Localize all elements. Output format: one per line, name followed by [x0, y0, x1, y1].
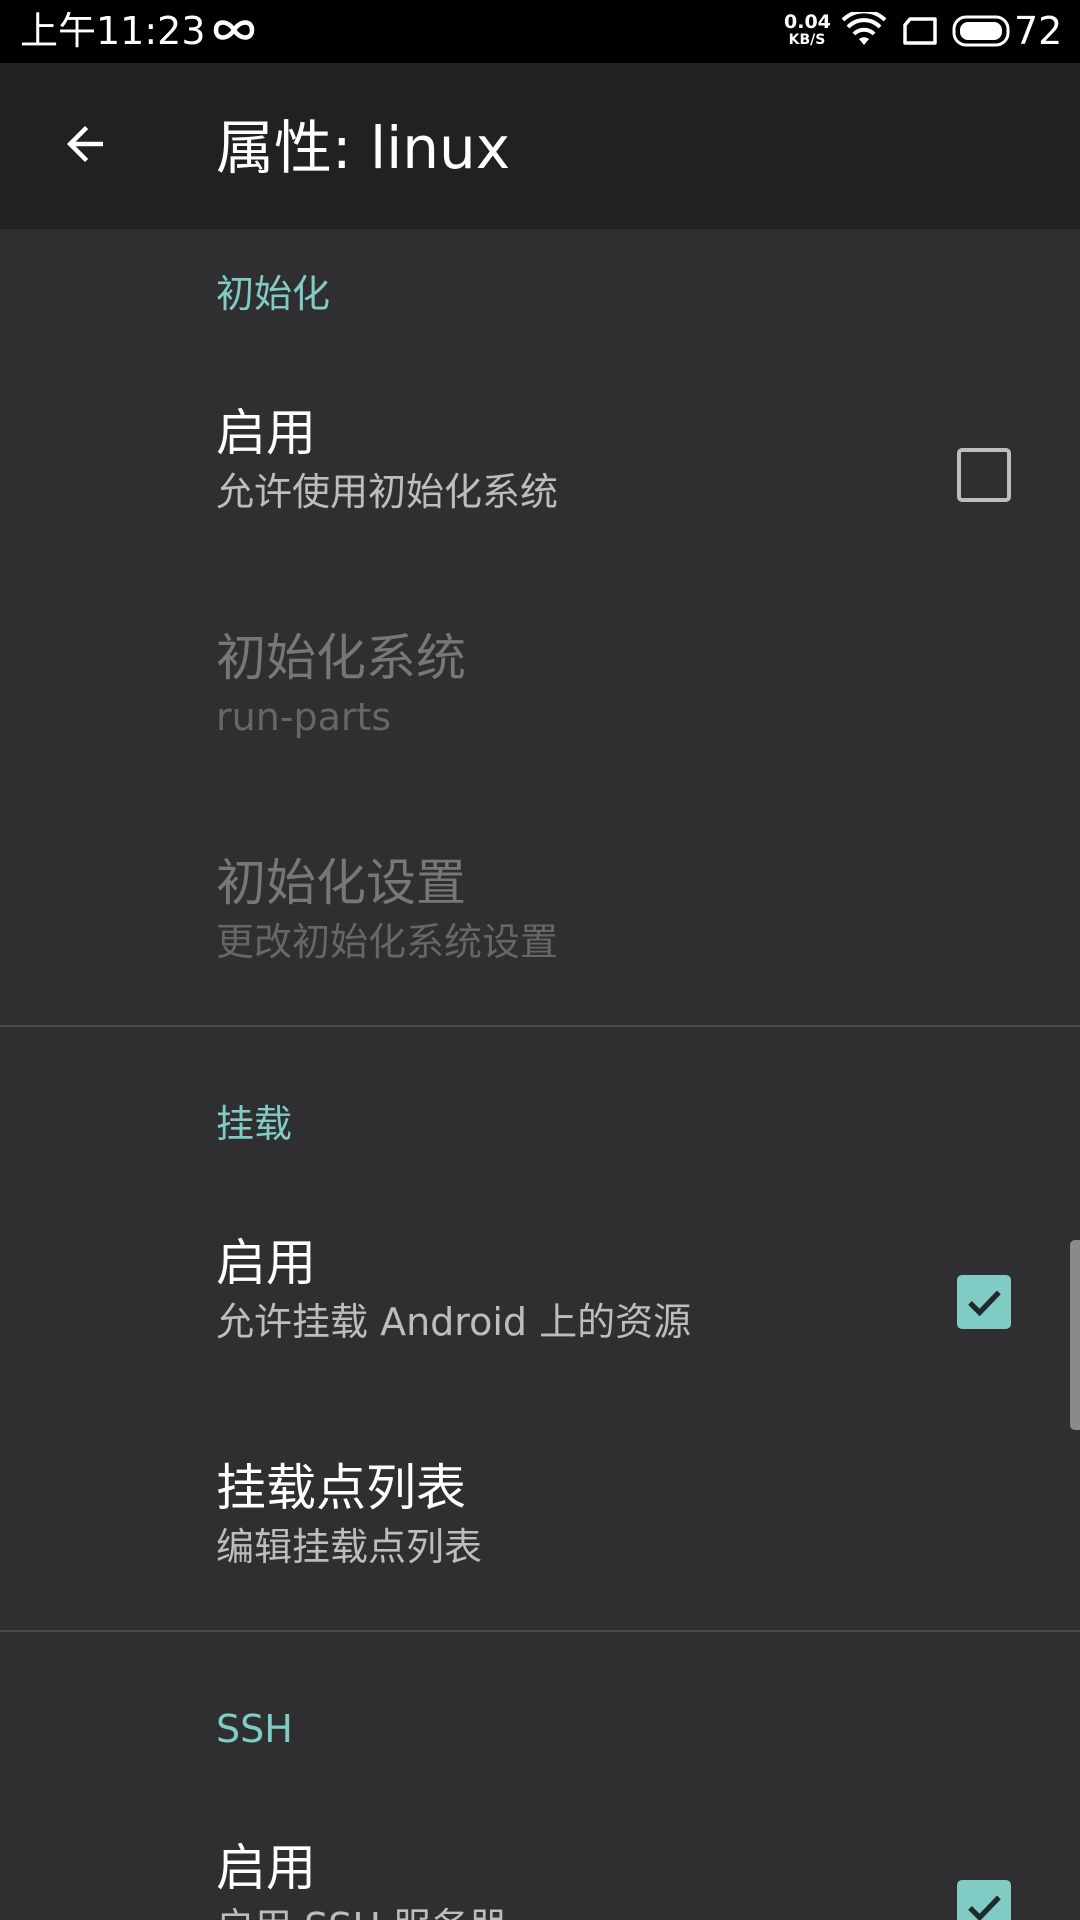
status-time: 上午11:23: [20, 9, 206, 53]
pref-summary: run-parts: [216, 695, 392, 739]
toolbar: 属性: linux: [0, 63, 1080, 229]
status-bar: 上午11:23 0.04 KB/S 72: [0, 0, 1080, 63]
check-icon: [968, 1290, 1001, 1317]
arrow-back-icon: [67, 126, 103, 162]
section-divider: [0, 1025, 1080, 1027]
mount-enable-checkbox[interactable]: [957, 1275, 1011, 1329]
pref-summary: 更改初始化系统设置: [216, 920, 559, 964]
section-header-mount: 挂载: [216, 1102, 293, 1146]
pref-title: 启用: [216, 1234, 316, 1292]
pref-title: 启用: [216, 1839, 316, 1897]
infinity-icon: [213, 20, 255, 40]
sim-card-icon: [903, 17, 937, 45]
wifi-icon: [842, 12, 886, 45]
section-header-init: 初始化: [216, 272, 331, 316]
pref-mount-enable[interactable]: 启用 允许挂载 Android 上的资源: [0, 1232, 1080, 1382]
pref-title: 初始化系统: [216, 629, 466, 687]
screen: 上午11:23 0.04 KB/S 72 属性: linux 初始化 启用 允许…: [0, 0, 1080, 1920]
back-button[interactable]: [40, 99, 130, 189]
section-header-ssh: SSH: [216, 1707, 293, 1751]
init-enable-checkbox[interactable]: [957, 448, 1011, 502]
pref-mount-points[interactable]: 挂载点列表 编辑挂载点列表: [0, 1457, 1080, 1607]
section-divider: [0, 1630, 1080, 1632]
ssh-enable-checkbox[interactable]: [957, 1880, 1011, 1920]
pref-summary: 编辑挂载点列表: [216, 1525, 483, 1569]
pref-init-settings: 初始化设置 更改初始化系统设置: [0, 852, 1080, 1002]
pref-title: 挂载点列表: [216, 1459, 466, 1517]
pref-summary: 允许挂载 Android 上的资源: [216, 1300, 692, 1344]
pref-init-enable[interactable]: 启用 允许使用初始化系统: [0, 402, 1080, 552]
pref-summary: 启用 SSH 服务器: [216, 1903, 507, 1920]
page-title: 属性: linux: [216, 114, 511, 182]
battery-level: 72: [1014, 9, 1063, 53]
pref-summary: 允许使用初始化系统: [216, 470, 559, 514]
scrollbar[interactable]: [1070, 1240, 1080, 1430]
pref-title: 初始化设置: [216, 854, 466, 912]
pref-title: 启用: [216, 404, 316, 462]
battery-icon: [952, 15, 1010, 47]
pref-init-system: 初始化系统 run-parts: [0, 627, 1080, 777]
network-speed-value: 0.04: [784, 11, 831, 33]
preferences-list: 初始化 启用 允许使用初始化系统 初始化系统 run-parts 初始化设置 更…: [0, 229, 1080, 1920]
pref-ssh-enable[interactable]: 启用 启用 SSH 服务器: [0, 1837, 1080, 1920]
network-speed: 0.04 KB/S: [784, 11, 831, 48]
network-speed-unit: KB/S: [788, 32, 826, 48]
check-icon: [968, 1895, 1001, 1920]
